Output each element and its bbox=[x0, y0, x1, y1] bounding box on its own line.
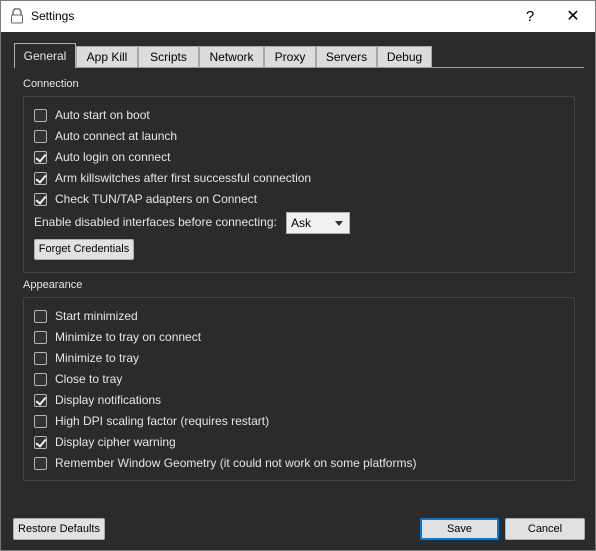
tab-servers[interactable]: Servers bbox=[316, 46, 377, 67]
title-bar[interactable]: Settings ? ✕ bbox=[1, 1, 595, 32]
checkbox-label: Display notifications bbox=[55, 393, 162, 407]
auto-connect-at-launch-checkbox[interactable]: Auto connect at launch bbox=[34, 128, 177, 144]
checkbox-label: Auto connect at launch bbox=[55, 129, 178, 143]
auto-login-on-connect-checkbox[interactable]: Auto login on connect bbox=[34, 149, 170, 165]
check-tun-tap-checkbox[interactable]: Check TUN/TAP adapters on Connect bbox=[34, 191, 257, 207]
checkbox-box[interactable] bbox=[34, 129, 47, 143]
settings-window: Settings ? ✕ General App Kill Scripts Ne… bbox=[0, 0, 596, 551]
checkbox-label: Remember Window Geometry (it could not w… bbox=[55, 456, 417, 470]
checkbox-box[interactable] bbox=[34, 171, 47, 185]
checkbox-box[interactable] bbox=[34, 456, 47, 470]
tab-general[interactable]: General bbox=[14, 43, 76, 68]
minimize-to-tray-on-connect-checkbox[interactable]: Minimize to tray on connect bbox=[34, 329, 201, 345]
checkbox-box[interactable] bbox=[34, 351, 47, 365]
start-minimized-checkbox[interactable]: Start minimized bbox=[34, 308, 138, 324]
enable-interfaces-select[interactable]: Ask bbox=[286, 212, 350, 234]
checkbox-label: Arm killswitches after first successful … bbox=[55, 171, 312, 185]
checkbox-label: Check TUN/TAP adapters on Connect bbox=[55, 192, 258, 206]
checkbox-label: Close to tray bbox=[55, 372, 123, 386]
help-button[interactable]: ? bbox=[520, 7, 540, 27]
high-dpi-scaling-checkbox[interactable]: High DPI scaling factor (requires restar… bbox=[34, 413, 269, 429]
checkbox-label: Start minimized bbox=[55, 309, 138, 323]
checkbox-label: Display cipher warning bbox=[55, 435, 176, 449]
appearance-group-title: Appearance bbox=[23, 279, 83, 291]
display-notifications-checkbox[interactable]: Display notifications bbox=[34, 392, 161, 408]
checkbox-box[interactable] bbox=[34, 192, 47, 206]
checkbox-label: Minimize to tray on connect bbox=[55, 330, 202, 344]
close-to-tray-checkbox[interactable]: Close to tray bbox=[34, 371, 122, 387]
checkbox-box[interactable] bbox=[34, 330, 47, 344]
minimize-to-tray-checkbox[interactable]: Minimize to tray bbox=[34, 350, 139, 366]
tab-network[interactable]: Network bbox=[199, 46, 264, 67]
checkbox-box[interactable] bbox=[34, 435, 47, 449]
display-cipher-warning-checkbox[interactable]: Display cipher warning bbox=[34, 434, 176, 450]
tab-scripts[interactable]: Scripts bbox=[138, 46, 199, 67]
enable-interfaces-label: Enable disabled interfaces before connec… bbox=[34, 215, 277, 229]
checkbox-label: Minimize to tray bbox=[55, 351, 140, 365]
connection-group-title: Connection bbox=[23, 78, 79, 90]
select-value: Ask bbox=[291, 216, 312, 230]
checkbox-box[interactable] bbox=[34, 309, 47, 323]
window-title: Settings bbox=[31, 9, 75, 23]
forget-credentials-button[interactable]: Forget Credentials bbox=[34, 239, 134, 260]
checkbox-label: High DPI scaling factor (requires restar… bbox=[55, 414, 270, 428]
close-button[interactable]: ✕ bbox=[561, 6, 585, 28]
checkbox-label: Auto login on connect bbox=[55, 150, 171, 164]
tab-debug[interactable]: Debug bbox=[377, 46, 432, 67]
remember-window-geometry-checkbox[interactable]: Remember Window Geometry (it could not w… bbox=[34, 455, 416, 471]
checkbox-box[interactable] bbox=[34, 108, 47, 122]
checkbox-box[interactable] bbox=[34, 150, 47, 164]
save-button[interactable]: Save bbox=[420, 518, 499, 540]
lock-icon bbox=[11, 8, 23, 24]
checkbox-label: Auto start on boot bbox=[55, 108, 150, 122]
cancel-button[interactable]: Cancel bbox=[505, 518, 585, 540]
tab-divider bbox=[14, 67, 584, 68]
arm-killswitches-checkbox[interactable]: Arm killswitches after first successful … bbox=[34, 170, 311, 186]
checkbox-box[interactable] bbox=[34, 372, 47, 386]
auto-start-on-boot-checkbox[interactable]: Auto start on boot bbox=[34, 107, 150, 123]
restore-defaults-button[interactable]: Restore Defaults bbox=[13, 518, 105, 540]
tab-app-kill[interactable]: App Kill bbox=[76, 46, 138, 67]
tab-proxy[interactable]: Proxy bbox=[264, 46, 316, 67]
appearance-group bbox=[23, 297, 575, 481]
checkbox-box[interactable] bbox=[34, 393, 47, 407]
checkbox-box[interactable] bbox=[34, 414, 47, 428]
chevron-down-icon bbox=[335, 221, 343, 226]
